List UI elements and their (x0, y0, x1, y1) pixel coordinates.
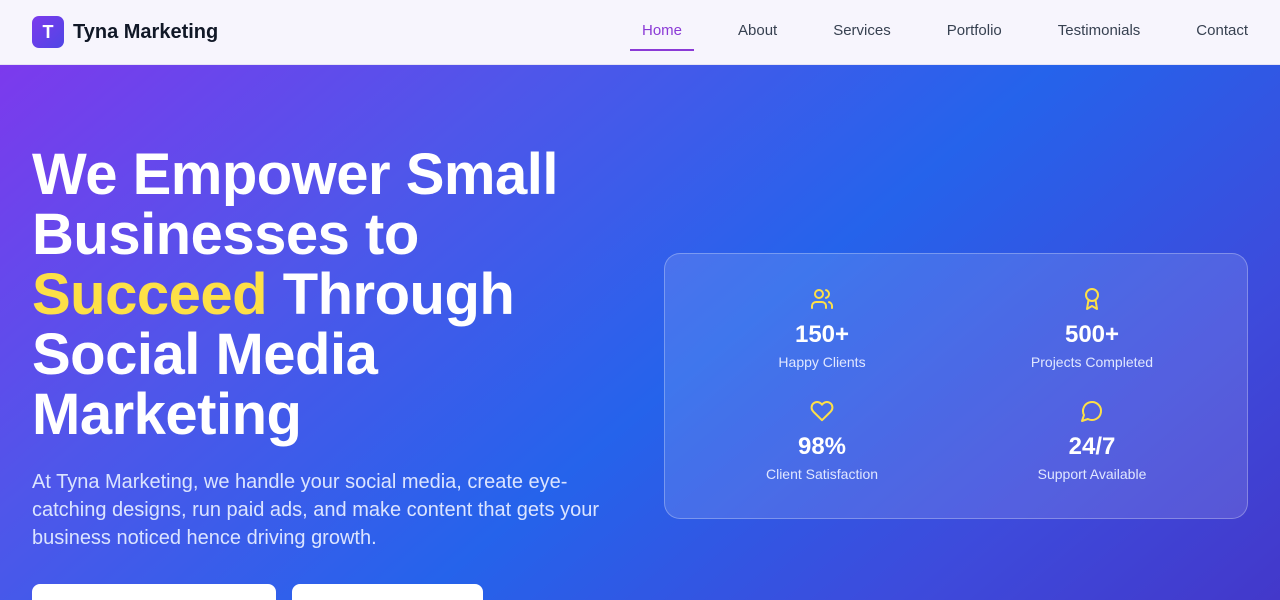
nav-contact[interactable]: Contact (1184, 0, 1260, 62)
primary-cta-button[interactable] (32, 584, 276, 600)
stat-label: Projects Completed (1030, 354, 1154, 370)
nav-testimonials[interactable]: Testimonials (1046, 0, 1153, 62)
users-icon (811, 289, 833, 309)
stat-happy-clients: 150+ Happy Clients (687, 287, 957, 371)
stat-value: 98% (797, 433, 847, 460)
nav-services[interactable]: Services (821, 0, 903, 62)
brand[interactable]: T Tyna Marketing (32, 16, 218, 48)
stat-value: 500+ (1064, 321, 1120, 348)
secondary-cta-button[interactable] (292, 584, 483, 600)
nav-portfolio[interactable]: Portfolio (935, 0, 1014, 62)
stat-value: 24/7 (1068, 433, 1116, 460)
stat-client-satisfaction: 98% Client Satisfaction (687, 399, 957, 483)
logo-icon: T (32, 16, 64, 48)
brand-name: Tyna Marketing (73, 20, 219, 43)
award-icon (1085, 288, 1099, 310)
nav-about[interactable]: About (726, 0, 789, 62)
stats-card: 150+ Happy Clients 500+ Projects Complet… (664, 253, 1248, 519)
hero-section: We Empower Small Businesses to Succeed T… (0, 65, 1280, 600)
nav-home[interactable]: Home (629, 0, 695, 62)
heart-icon (810, 401, 834, 422)
stat-label: Client Satisfaction (765, 466, 879, 482)
headline-accent: Succeed (32, 262, 268, 327)
message-circle-icon (1081, 401, 1102, 422)
navbar: T Tyna Marketing Home About Services Por… (0, 0, 1280, 65)
stat-projects-completed: 500+ Projects Completed (957, 287, 1227, 371)
main-nav: Home About Services Portfolio Testimonia… (598, 0, 1260, 65)
hero-subtext: At Tyna Marketing, we handle your social… (32, 471, 600, 549)
stat-label: Happy Clients (778, 354, 866, 370)
stat-support-available: 24/7 Support Available (957, 399, 1227, 483)
headline-part1: We Empower Small Businesses to (32, 142, 558, 267)
stat-value: 150+ (794, 321, 850, 348)
stat-label: Support Available (1037, 466, 1147, 482)
hero-headline: We Empower Small Businesses to Succeed T… (32, 145, 642, 445)
